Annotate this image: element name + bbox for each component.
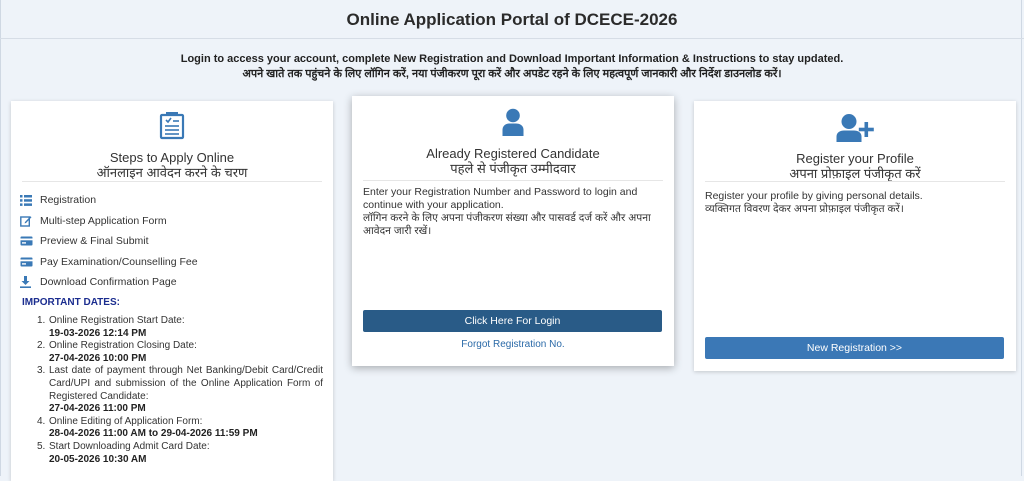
register-text-hindi: व्यक्तिगत विवरण देकर अपना प्रोफ़ाइल पंजी… <box>705 203 904 215</box>
register-card: Register your Profile अपना प्रोफ़ाइल पंज… <box>694 101 1016 371</box>
date-value: 27-04-2026 11:00 PM <box>49 403 146 415</box>
date-label: Online Registration Closing Date: <box>49 340 197 352</box>
date-number: 3. <box>37 365 46 377</box>
register-card-title-hindi: अपना प्रोफ़ाइल पंजीकृत करें <box>789 166 921 181</box>
date-item: 3. Last date of payment through Net Bank… <box>37 365 323 415</box>
login-card: Already Registered Candidate पहले से पंज… <box>352 96 674 366</box>
register-text-english: Register your profile by giving personal… <box>705 190 923 202</box>
step-item-pay-fee: Pay Examination/Counselling Fee <box>20 252 198 273</box>
steps-list: Registration Multi-step Application Form… <box>20 190 198 293</box>
card-icon <box>20 236 40 246</box>
date-label: Last date of payment through Net Banking… <box>49 365 323 402</box>
step-label: Preview & Final Submit <box>40 235 149 248</box>
step-item-registration: Registration <box>20 190 198 211</box>
important-dates-list: 1. Online Registration Start Date: 19-03-… <box>37 315 323 466</box>
login-button[interactable]: Click Here For Login <box>363 310 662 332</box>
step-label: Multi-step Application Form <box>40 214 167 227</box>
user-icon <box>352 108 674 136</box>
login-card-title-hindi: पहले से पंजीकृत उम्मीदवार <box>450 161 576 176</box>
date-item: 2. Online Registration Closing Date: 27-0… <box>37 340 323 365</box>
step-label: Registration <box>40 194 97 207</box>
date-number: 4. <box>37 415 46 427</box>
step-label: Pay Examination/Counselling Fee <box>40 255 198 268</box>
date-label: Start Downloading Admit Card Date: <box>49 440 210 452</box>
step-item-application-form: Multi-step Application Form <box>20 211 198 232</box>
date-item: 4. Online Editing of Application Form: 28… <box>37 416 323 441</box>
date-item: 1. Online Registration Start Date: 19-03-… <box>37 315 323 340</box>
date-number: 2. <box>37 340 46 352</box>
login-instructions-hindi: लॉगिन करने के लिए अपना पंजीकरण संख्या और… <box>363 212 651 237</box>
steps-card: Steps to Apply Online ऑनलाइन आवेदन करने … <box>11 101 333 481</box>
edit-icon <box>20 215 40 227</box>
login-instructions-english: Enter your Registration Number and Passw… <box>363 186 638 211</box>
date-value: 19-03-2026 12:14 PM <box>49 327 147 339</box>
important-dates-heading: IMPORTANT DATES: <box>22 297 120 308</box>
page-title: Online Application Portal of DCECE-2026 <box>346 10 678 29</box>
application-form-icon <box>11 112 333 140</box>
step-item-download-confirmation: Download Confirmation Page <box>20 272 198 293</box>
date-label: Online Registration Start Date: <box>49 315 185 326</box>
date-label: Online Editing of Application Form: <box>49 415 203 427</box>
register-card-divider <box>705 181 1005 182</box>
download-icon <box>20 276 40 289</box>
intro-text-hindi: अपने खाते तक पहुंचने के लिए लॉगिन करें, … <box>242 68 782 80</box>
login-card-divider <box>363 180 663 181</box>
date-value: 20-05-2026 10:30 AM <box>49 453 147 465</box>
title-divider <box>0 38 1024 39</box>
date-item: 5. Start Downloading Admit Card Date: 20-… <box>37 441 323 466</box>
card-icon <box>20 257 40 267</box>
step-label: Download Confirmation Page <box>40 276 177 289</box>
date-number: 1. <box>37 315 46 326</box>
new-registration-button[interactable]: New Registration >> <box>705 337 1004 359</box>
date-value: 27-04-2026 10:00 PM <box>49 352 147 364</box>
steps-card-divider <box>22 181 322 182</box>
forgot-registration-link[interactable]: Forgot Registration No. <box>352 339 674 350</box>
intro-text-english: Login to access your account, complete N… <box>180 53 844 65</box>
date-number: 5. <box>37 440 46 452</box>
list-icon <box>20 194 40 206</box>
date-value: 28-04-2026 11:00 AM to 29-04-2026 11:59 … <box>49 428 258 440</box>
add-user-icon <box>694 113 1016 143</box>
step-item-preview-submit: Preview & Final Submit <box>20 231 198 252</box>
steps-card-title-hindi: ऑनलाइन आवेदन करने के चरण <box>96 165 248 180</box>
